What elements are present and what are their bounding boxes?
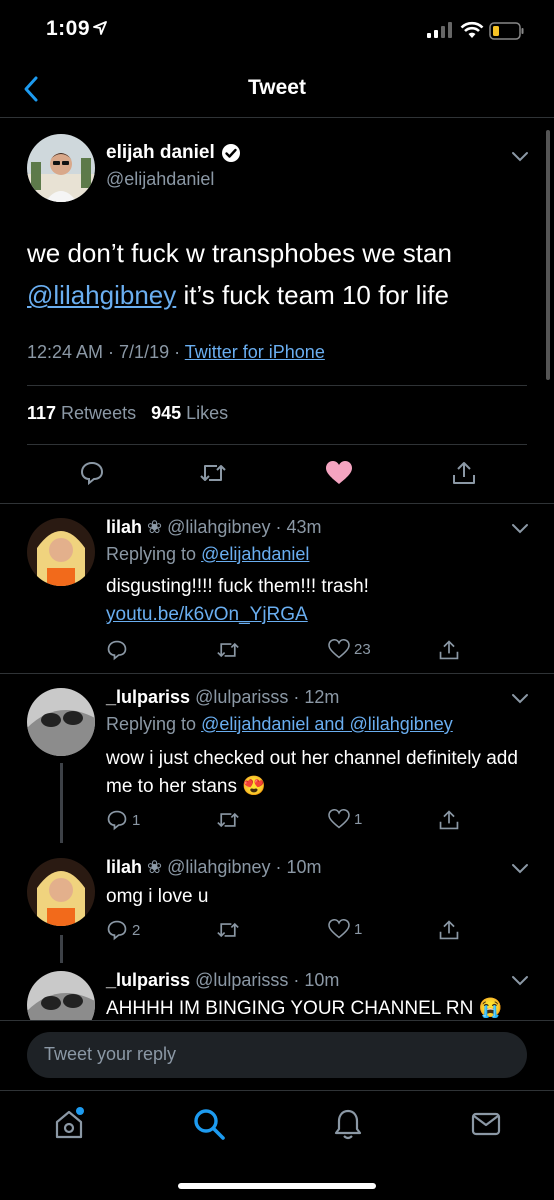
thread-line [60, 935, 63, 963]
reply-share-action[interactable] [438, 639, 460, 661]
reply-author-handle[interactable]: @lulparisss [195, 687, 288, 707]
scrollbar[interactable] [546, 130, 550, 380]
chevron-down-icon[interactable] [511, 863, 529, 875]
home-icon[interactable] [52, 1107, 88, 1141]
wifi-icon [460, 21, 484, 38]
heart-icon [328, 809, 350, 829]
mention-link[interactable]: @lilahgibney [27, 280, 176, 310]
like-count[interactable]: 945 [151, 403, 181, 423]
reply-comment-action[interactable]: 1 [106, 809, 140, 831]
reply-share-action[interactable] [438, 919, 460, 941]
reply-retweet-action[interactable] [216, 919, 240, 941]
mention-link[interactable]: @elijahdaniel [201, 544, 309, 564]
verified-badge-icon [221, 144, 240, 162]
replying-to: Replying to @elijahdaniel and @lilahgibn… [106, 714, 453, 734]
reply-author-name[interactable]: lilah [106, 517, 142, 537]
reply-author-handle[interactable]: @lilahgibney [167, 517, 270, 537]
status-time: 1:09 [46, 17, 91, 40]
tweet-text: we don’t fuck w transphobes we stan @lila… [27, 238, 452, 310]
battery-icon [489, 22, 524, 40]
reply-text: AHHHH IM BINGING YOUR CHANNEL RN 😭 [106, 998, 503, 1019]
reply-comment-action[interactable] [106, 639, 132, 661]
reply-author-name[interactable]: lilah [106, 857, 142, 877]
avatar[interactable] [27, 688, 95, 756]
comment-icon [107, 640, 127, 661]
heart-icon[interactable] [325, 460, 353, 486]
reply-like-action[interactable]: 23 [328, 639, 371, 659]
share-icon [439, 640, 459, 660]
reply-compose-placeholder: Tweet your reply [44, 1044, 177, 1064]
location-arrow-icon [93, 21, 107, 35]
reply-like-action[interactable]: 1 [328, 919, 362, 939]
reply-share-action[interactable] [438, 809, 460, 831]
avatar[interactable] [27, 518, 95, 586]
reply-tweet[interactable]: lilah ❀ @lilahgibney · 43m Replying to @… [0, 503, 554, 673]
tweet-stats: 117 Retweets 945 Likes [27, 403, 229, 423]
author-name[interactable]: elijah daniel [106, 142, 241, 164]
reply-time: · 43m [275, 517, 322, 537]
retweet-icon[interactable] [199, 460, 227, 486]
replying-to: Replying to @elijahdaniel [106, 544, 310, 564]
tweet-timestamp: 12:24 AM · 7/1/19 · [27, 342, 185, 362]
comment-icon [107, 810, 127, 831]
chevron-down-icon[interactable] [511, 693, 529, 705]
share-icon [439, 920, 459, 940]
reply-retweet-action[interactable] [216, 809, 240, 831]
reply-comment-action[interactable]: 2 [106, 919, 140, 941]
reply-tweet[interactable]: _lulpariss @lulparisss · 10m AHHHH IM BI… [0, 963, 554, 1020]
reply-tweet[interactable]: _lulpariss @lulparisss · 12m Replying to… [0, 673, 554, 843]
author-handle[interactable]: @elijahdaniel [106, 169, 214, 190]
reply-author-name[interactable]: _lulpariss [106, 970, 190, 990]
reply-time: · 10m [275, 857, 322, 877]
reply-time: · 12m [293, 687, 340, 707]
divider [0, 1020, 554, 1021]
avatar[interactable] [27, 134, 95, 202]
chevron-down-icon[interactable] [511, 151, 529, 163]
bell-icon[interactable] [333, 1107, 363, 1141]
reply-compose-input[interactable]: Tweet your reply [27, 1032, 527, 1078]
comment-icon [107, 920, 127, 941]
tweet-actions [0, 450, 554, 500]
retweet-count[interactable]: 117 [27, 403, 56, 423]
reply-text: disgusting!!!! fuck them!!! trash! youtu… [106, 576, 369, 625]
reply-author-handle[interactable]: @lilahgibney [167, 857, 270, 877]
reply-tweet[interactable]: lilah ❀ @lilahgibney · 10m omg i love u … [0, 843, 554, 963]
avatar[interactable] [27, 971, 95, 1020]
divider [27, 385, 527, 386]
retweet-icon [217, 922, 239, 938]
reply-like-action[interactable]: 1 [328, 809, 362, 829]
heart-icon [328, 919, 350, 939]
avatar[interactable] [27, 858, 95, 926]
comment-icon[interactable] [79, 460, 105, 486]
reply-text: omg i love u [106, 886, 209, 907]
tweet-meta: 12:24 AM · 7/1/19 · Twitter for iPhone [27, 342, 325, 363]
flower-badge-icon: ❀ [147, 857, 163, 877]
retweet-icon [217, 642, 239, 658]
share-icon [439, 810, 459, 830]
youtube-link[interactable]: youtu.be/k6vOn_YjRGA [106, 604, 308, 625]
chevron-down-icon[interactable] [511, 523, 529, 535]
nav-bar: Tweet [0, 62, 554, 118]
heart-icon [328, 639, 350, 659]
reply-retweet-action[interactable] [216, 639, 240, 661]
thread-line [60, 763, 63, 843]
search-icon[interactable] [192, 1107, 226, 1141]
page-title: Tweet [248, 76, 306, 99]
retweet-icon [217, 812, 239, 828]
status-bar: 1:09 [0, 0, 554, 62]
tweet-source-link[interactable]: Twitter for iPhone [185, 342, 325, 362]
flower-badge-icon: ❀ [147, 517, 163, 537]
reply-author-name[interactable]: _lulpariss [106, 687, 190, 707]
mention-link[interactable]: @elijahdaniel and @lilahgibney [201, 714, 453, 734]
share-icon[interactable] [451, 460, 477, 486]
divider [27, 444, 527, 445]
reply-time: · 10m [293, 970, 340, 990]
cellular-signal-icon [427, 22, 452, 38]
chevron-down-icon[interactable] [511, 975, 529, 987]
reply-text: wow i just checked out her channel defin… [106, 748, 518, 797]
mail-icon[interactable] [470, 1107, 502, 1141]
reply-author-handle[interactable]: @lulparisss [195, 970, 288, 990]
home-indicator[interactable] [178, 1183, 376, 1189]
